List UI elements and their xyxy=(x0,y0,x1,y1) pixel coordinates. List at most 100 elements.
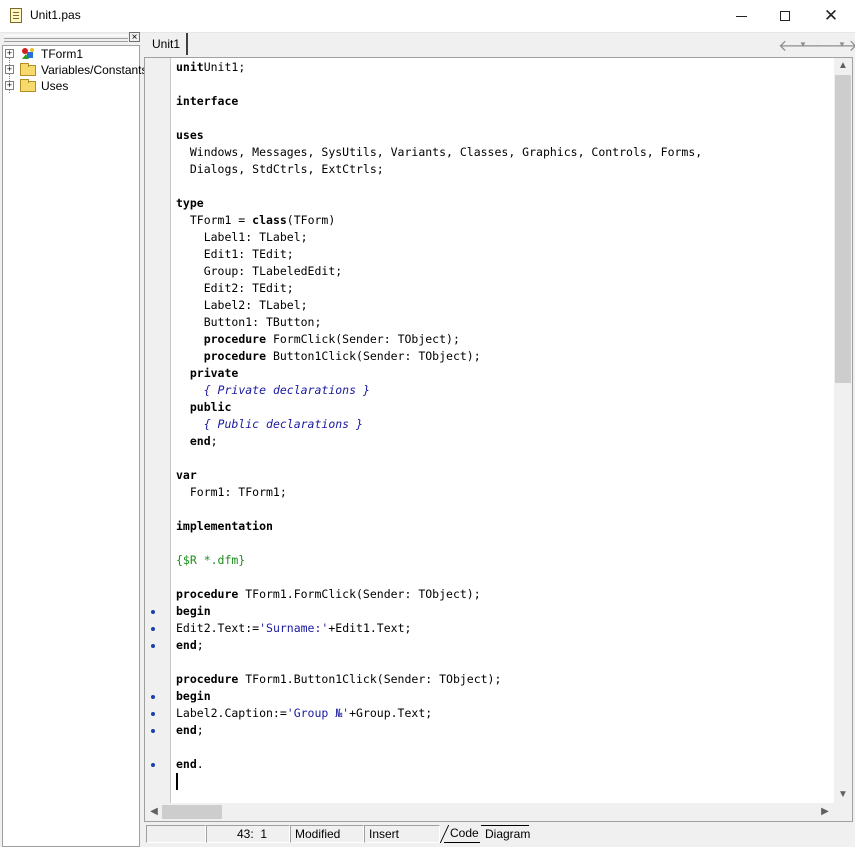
executable-line-marker[interactable] xyxy=(151,644,155,648)
code-line[interactable]: end. xyxy=(176,756,204,773)
tab-label: Unit1 xyxy=(152,37,181,51)
code-line[interactable]: begin xyxy=(176,603,211,620)
code-line[interactable]: end; xyxy=(176,637,204,654)
forward-dropdown-icon[interactable]: ▼ xyxy=(838,40,846,49)
code-line[interactable]: begin xyxy=(176,688,211,705)
code-token: TForm1.Button1Click(Sender: TObject); xyxy=(238,672,502,686)
scroll-left-icon[interactable]: ◀ xyxy=(146,806,162,817)
code-line[interactable]: procedure Button1Click(Sender: TObject); xyxy=(176,348,481,365)
modified-indicator: Modified xyxy=(290,825,364,843)
minimize-button[interactable] xyxy=(718,0,764,32)
scroll-up-icon[interactable]: ▲ xyxy=(835,60,851,71)
code-line[interactable]: { Public declarations } xyxy=(176,416,363,433)
code-line[interactable]: var xyxy=(176,467,197,484)
code-line[interactable]: Dialogs, StdCtrls, ExtCtrls; xyxy=(176,161,384,178)
code-line[interactable]: Label1: TLabel; xyxy=(176,229,308,246)
executable-line-marker[interactable] xyxy=(151,695,155,699)
code-area[interactable]: unitUnit1; interface uses Windows, Message… xyxy=(176,58,831,803)
code-line[interactable]: private xyxy=(176,365,238,382)
horizontal-scroll-thumb[interactable] xyxy=(162,805,222,819)
back-dropdown-icon[interactable]: ▼ xyxy=(799,40,807,49)
file-icon xyxy=(10,8,22,23)
code-line[interactable]: end; xyxy=(176,433,218,450)
code-token: Unit1; xyxy=(203,60,246,74)
code-line[interactable]: Label2.Caption:='Group №'+Group.Text; xyxy=(176,705,432,722)
code-token-kw: type xyxy=(176,196,204,210)
close-button[interactable]: ✕ xyxy=(808,0,854,32)
code-line[interactable]: TForm1 = class(TForm) xyxy=(176,212,335,229)
code-line[interactable]: public xyxy=(176,399,232,416)
code-line[interactable]: Edit2: TEdit; xyxy=(176,280,294,297)
executable-line-marker[interactable] xyxy=(151,729,155,733)
code-line[interactable]: Edit1: TEdit; xyxy=(176,246,294,263)
vertical-scrollbar[interactable]: ▲ ▼ xyxy=(834,58,852,803)
code-token: +Group.Text; xyxy=(349,706,433,720)
tab-diagram-label: Diagram xyxy=(485,827,531,841)
code-token-kw: end xyxy=(176,723,197,737)
code-line[interactable]: Edit2.Text:='Surname:'+Edit1.Text; xyxy=(176,620,411,637)
tab-code[interactable]: Code xyxy=(444,825,480,843)
code-token: +Edit1.Text; xyxy=(328,621,412,635)
code-line[interactable]: Group: TLabeledEdit; xyxy=(176,263,342,280)
code-line[interactable]: type xyxy=(176,195,204,212)
executable-line-marker[interactable] xyxy=(151,610,155,614)
expand-icon[interactable]: + xyxy=(5,49,14,58)
tab-code-label: Code xyxy=(450,826,479,840)
close-icon: ✕ xyxy=(823,6,839,25)
code-line[interactable]: {$R *.dfm} xyxy=(176,552,245,569)
forward-arrow-icon[interactable]: 🡒 xyxy=(815,35,855,56)
code-line[interactable]: unitUnit1; xyxy=(176,59,245,76)
code-line[interactable]: procedure TForm1.Button1Click(Sender: TO… xyxy=(176,671,501,688)
executable-line-marker[interactable] xyxy=(151,763,155,767)
code-token-kw: procedure xyxy=(176,587,239,601)
executable-line-marker[interactable] xyxy=(151,712,155,716)
expand-icon[interactable]: + xyxy=(5,65,14,74)
tab-unit1[interactable]: Unit1 xyxy=(144,33,188,55)
tree-item-variables-constants[interactable]: + Variables/Constants xyxy=(3,62,148,78)
maximize-button[interactable] xyxy=(762,0,808,32)
code-editor[interactable]: unitUnit1; interface uses Windows, Message… xyxy=(144,57,853,822)
explorer-header: × xyxy=(2,32,140,43)
code-line[interactable]: end; xyxy=(176,722,204,739)
insert-mode-indicator: Insert xyxy=(364,825,440,843)
code-token: ; xyxy=(196,638,204,652)
code-line[interactable]: Windows, Messages, SysUtils, Variants, C… xyxy=(176,144,702,161)
code-token-kw: begin xyxy=(176,689,211,703)
code-token: Edit2.Text:= xyxy=(176,621,260,635)
code-token: Edit2: TEdit; xyxy=(176,281,294,295)
explorer-tree[interactable]: + TForm1 + Variables/Constants + Uses xyxy=(2,45,148,847)
code-line[interactable]: implementation xyxy=(176,518,273,535)
code-token-kw: uses xyxy=(176,128,204,142)
code-token-str: 'Group №' xyxy=(286,706,350,720)
vertical-scroll-thumb[interactable] xyxy=(835,75,851,383)
expand-icon[interactable]: + xyxy=(5,81,14,90)
executable-line-marker[interactable] xyxy=(151,627,155,631)
tree-item-label: Variables/Constants xyxy=(41,63,148,77)
code-line[interactable]: Form1: TForm1; xyxy=(176,484,287,501)
code-token-com: { Public declarations } xyxy=(203,417,363,431)
code-token-kw: interface xyxy=(176,94,239,108)
code-line[interactable]: procedure TForm1.FormClick(Sender: TObje… xyxy=(176,586,481,603)
editor-gutter[interactable] xyxy=(145,58,171,803)
folder-icon xyxy=(20,63,36,76)
horizontal-scrollbar[interactable]: ◀ ▶ xyxy=(145,803,834,821)
code-token-dir: {$R *.dfm} xyxy=(176,553,246,567)
code-line[interactable]: Label2: TLabel; xyxy=(176,297,308,314)
tree-item-tform1[interactable]: + TForm1 xyxy=(3,46,139,62)
folder-icon xyxy=(20,79,36,92)
scroll-down-icon[interactable]: ▼ xyxy=(835,789,851,800)
scroll-right-icon[interactable]: ▶ xyxy=(817,806,833,817)
code-token: TForm1 = xyxy=(176,213,253,227)
code-line[interactable]: Button1: TButton; xyxy=(176,314,322,331)
tree-item-uses[interactable]: + Uses xyxy=(3,78,139,94)
code-line[interactable]: procedure FormClick(Sender: TObject); xyxy=(176,331,460,348)
status-bar: 43: 1 Modified Insert Code Diagram xyxy=(144,824,855,847)
explorer-close-button[interactable]: × xyxy=(129,32,140,43)
code-line[interactable]: uses xyxy=(176,127,204,144)
code-line[interactable]: interface xyxy=(176,93,238,110)
code-token-kw: var xyxy=(176,468,197,482)
code-line[interactable]: { Private declarations } xyxy=(176,382,370,399)
tab-diagram[interactable]: Diagram xyxy=(481,825,531,843)
